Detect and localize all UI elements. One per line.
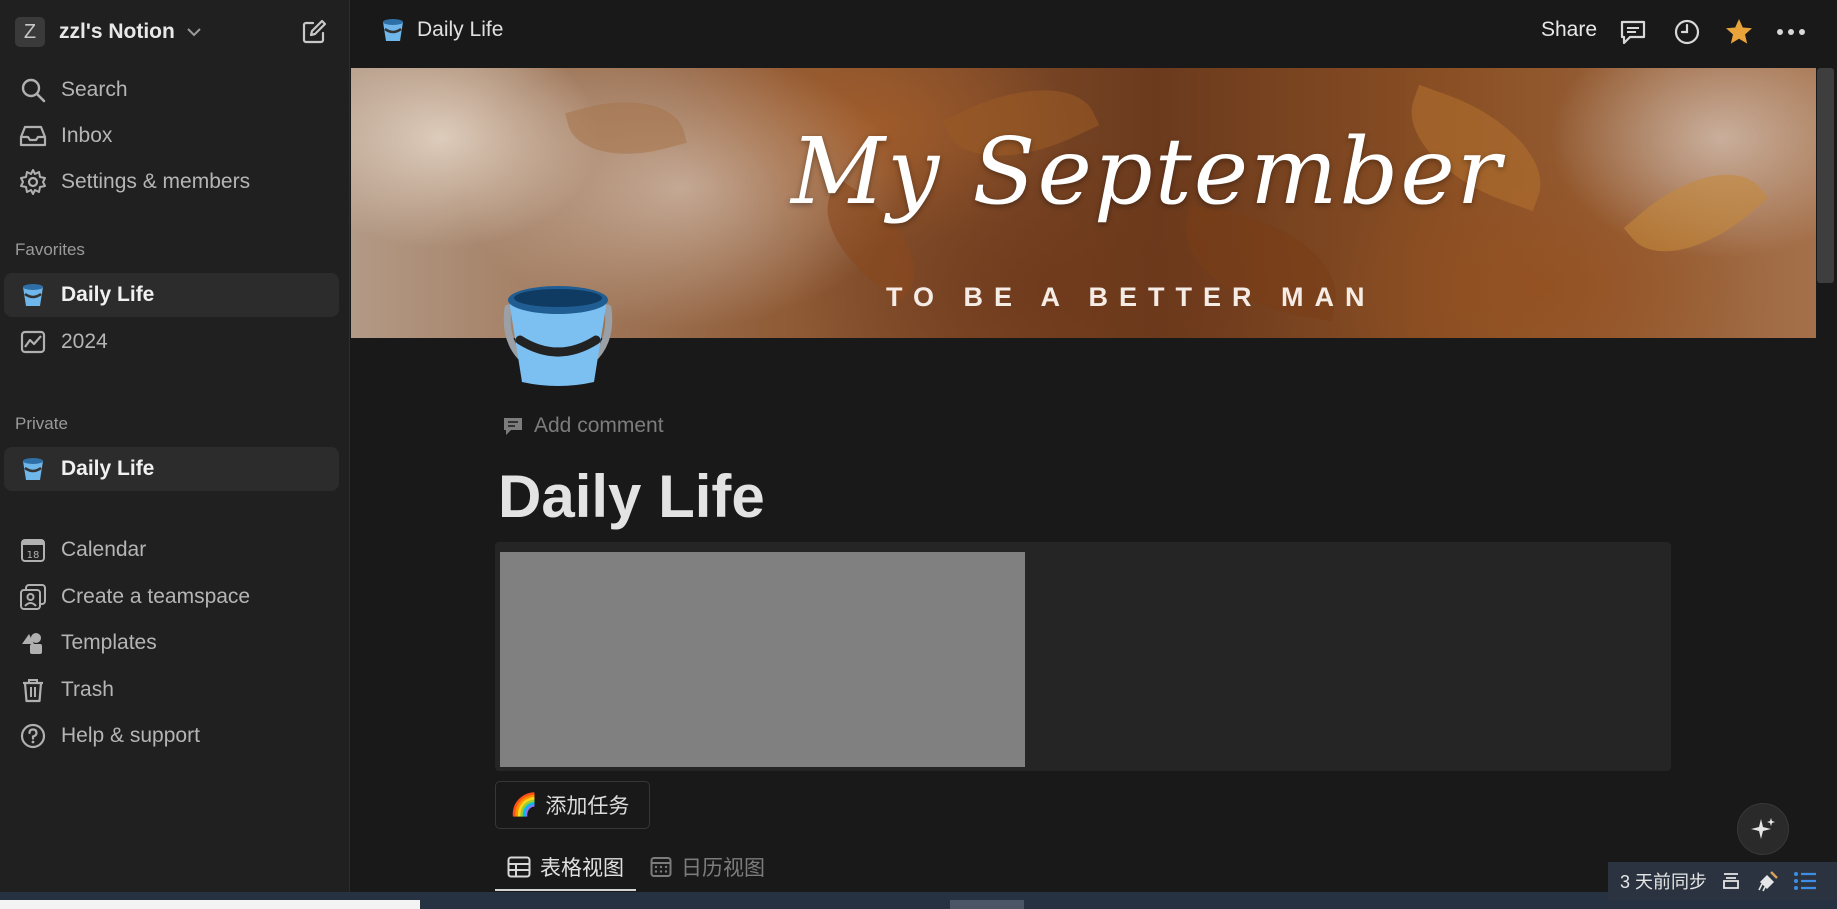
sidebar-item-templates[interactable]: Templates <box>4 621 339 665</box>
leaf-shape <box>565 84 687 172</box>
sidebar-item-label: Trash <box>61 678 114 701</box>
sidebar-item-private-daily-life[interactable]: Daily Life <box>4 447 339 491</box>
sidebar-item-favorite-daily-life[interactable]: Daily Life <box>4 273 339 317</box>
topbar: Daily Life Share <box>351 0 1837 68</box>
gear-icon <box>18 167 48 197</box>
broom-icon[interactable] <box>1757 870 1779 892</box>
sidebar-item-label: Settings & members <box>61 170 251 193</box>
scrollbar-thumb[interactable] <box>1817 68 1834 283</box>
sidebar-item-label: 2024 <box>61 330 108 353</box>
embed-placeholder-image <box>500 552 1025 767</box>
sidebar-item-trash[interactable]: Trash <box>4 668 339 712</box>
tab-calendar-view[interactable]: 日历视图 <box>650 852 765 882</box>
tab-label: 表格视图 <box>540 857 624 880</box>
search-icon <box>18 75 48 105</box>
add-task-label: 添加任务 <box>545 795 630 818</box>
sidebar-item-help[interactable]: Help & support <box>4 714 339 758</box>
more-options-icon[interactable] <box>1775 16 1807 48</box>
cover-subtitle: TO BE A BETTER MAN <box>886 282 1376 312</box>
help-icon <box>18 721 48 751</box>
sync-status-tray: 3 天前同步 <box>1608 862 1837 900</box>
sidebar-item-inbox[interactable]: Inbox <box>4 114 339 158</box>
sidebar-item-settings[interactable]: Settings & members <box>4 160 339 204</box>
inbox-icon <box>18 121 48 151</box>
sidebar-item-calendar[interactable]: 18 Calendar <box>4 528 339 572</box>
chevron-down-icon <box>187 28 201 37</box>
history-clock-icon[interactable] <box>1671 16 1703 48</box>
leaf-shape <box>1623 144 1769 282</box>
sidebar-item-create-teamspace[interactable]: Create a teamspace <box>4 575 339 619</box>
page-bucket-icon[interactable] <box>500 278 616 390</box>
taskbar-window[interactable] <box>0 900 420 909</box>
bucket-icon <box>18 454 48 484</box>
comment-icon <box>504 418 522 435</box>
svg-text:18: 18 <box>27 550 40 561</box>
breadcrumb-label: Daily Life <box>417 18 504 41</box>
sidebar-item-label: Help & support <box>61 724 200 747</box>
sidebar-item-label: Search <box>61 78 128 101</box>
comments-icon[interactable] <box>1617 16 1649 48</box>
trash-icon <box>18 675 48 705</box>
tab-table-view[interactable]: 表格视图 <box>507 852 624 882</box>
add-task-button[interactable]: 🌈 添加任务 <box>495 781 650 829</box>
share-button[interactable]: Share <box>1541 18 1597 42</box>
calendar-icon: 18 <box>18 535 48 565</box>
sidebar-item-label: Inbox <box>61 124 113 147</box>
sidebar-item-label: Calendar <box>61 538 147 561</box>
workspace-name: zzl's Notion <box>59 20 175 43</box>
sidebar-item-label: Daily Life <box>61 457 155 480</box>
embed-block[interactable] <box>495 542 1671 771</box>
sidebar-item-search[interactable]: Search <box>4 68 339 112</box>
sidebar-item-label: Daily Life <box>61 283 155 306</box>
favorite-star-icon[interactable] <box>1723 16 1755 48</box>
rainbow-icon: 🌈 <box>510 792 538 817</box>
sync-status-text: 3 天前同步 <box>1620 872 1708 892</box>
sidebar: Z zzl's Notion Search Inbox Settings & m… <box>0 0 350 892</box>
taskbar-indicator <box>950 900 1024 909</box>
teamspace-icon <box>18 582 48 612</box>
layers-icon[interactable] <box>1721 871 1741 891</box>
sparkle-icon <box>1751 818 1775 839</box>
sidebar-item-label: Create a teamspace <box>61 585 251 608</box>
ai-assistant-button[interactable] <box>1737 803 1789 855</box>
sidebar-item-label: Templates <box>61 631 157 654</box>
sidebar-item-favorite-2024[interactable]: 2024 <box>4 320 339 364</box>
bucket-icon <box>18 280 48 310</box>
calendar-grid-icon <box>650 857 672 877</box>
bucket-icon <box>383 19 403 41</box>
templates-icon <box>18 628 48 658</box>
new-page-icon[interactable] <box>300 18 328 46</box>
favorites-heading[interactable]: Favorites <box>15 240 85 260</box>
add-comment-label: Add comment <box>534 414 664 437</box>
tab-label: 日历视图 <box>681 857 765 880</box>
list-icon[interactable] <box>1793 870 1817 892</box>
page-title[interactable]: Daily Life <box>498 462 765 531</box>
active-tab-indicator <box>495 889 636 891</box>
table-icon <box>507 856 531 878</box>
chart-icon <box>18 327 48 357</box>
private-heading[interactable]: Private <box>15 414 68 434</box>
workspace-switcher[interactable]: Z zzl's Notion <box>15 17 203 47</box>
breadcrumb[interactable]: Daily Life <box>379 16 503 44</box>
cover-title: My September <box>791 118 1503 225</box>
add-comment-button[interactable]: Add comment <box>502 414 664 438</box>
workspace-avatar: Z <box>15 17 45 47</box>
